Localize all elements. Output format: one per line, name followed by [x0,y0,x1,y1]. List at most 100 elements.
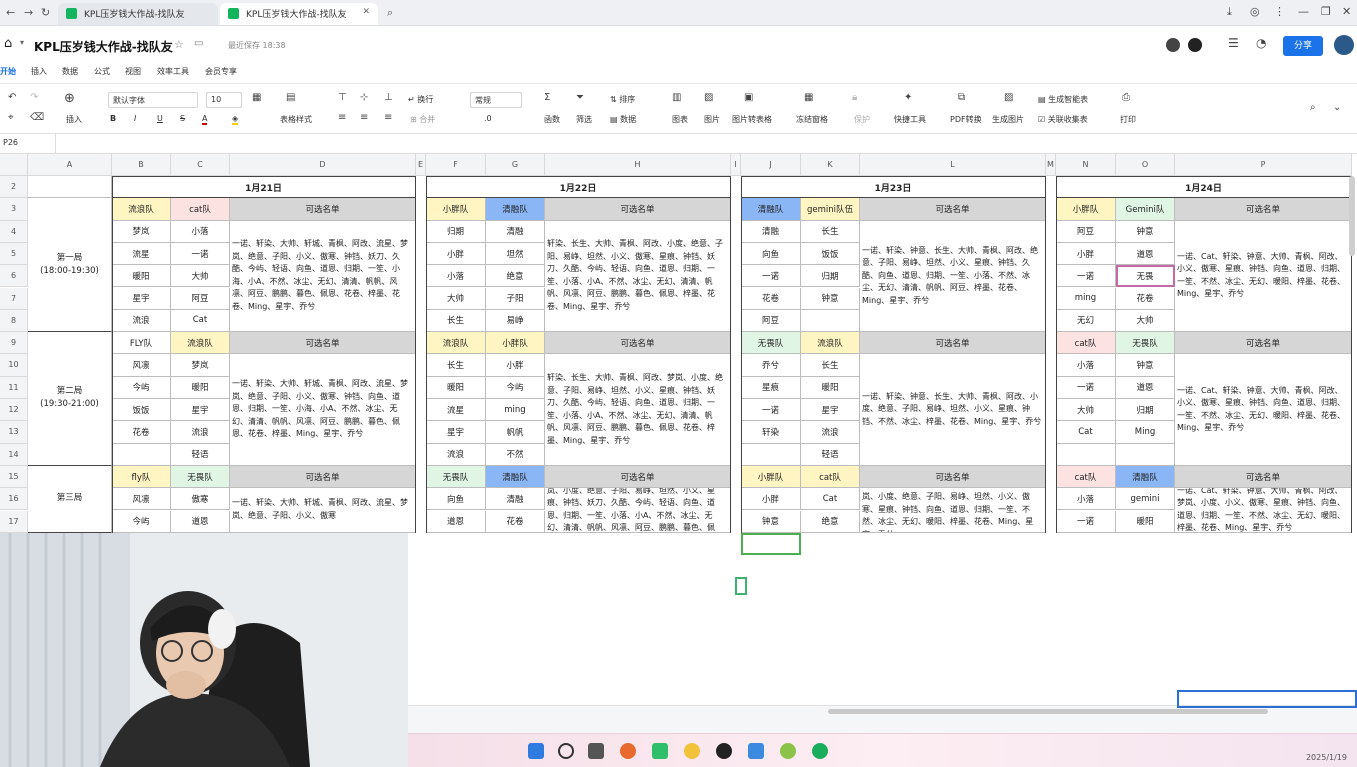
player-cell[interactable]: 道恩 [1116,376,1175,399]
optional-list-header[interactable]: 可选名单 [860,332,1046,355]
player-cell[interactable]: Ming [1116,421,1175,444]
team-header[interactable]: 清融队 [1116,465,1175,489]
row-header[interactable]: 5 [0,242,28,266]
selected-cell[interactable] [1177,690,1357,708]
horizontal-scrollbar[interactable] [828,709,1268,714]
candidate-list[interactable]: 一诺、轩染、大帅、轩城、青枫、阿改、流星、梦岚、绝意、子阳、小义、傲寒、钟铛、向… [230,354,416,466]
search-icon[interactable]: ⌕ [1310,102,1316,113]
row-header[interactable]: 11 [0,376,28,399]
filter-icon[interactable]: ⏷ [576,92,584,103]
player-cell[interactable]: 傲寒 [171,488,230,511]
more-icon[interactable]: ⋮ [1274,5,1285,18]
image-button[interactable]: 图片 [704,114,720,125]
number-format-select[interactable]: 常规 [470,92,522,108]
close-tab-icon[interactable]: ✕ [362,7,370,17]
player-cell[interactable]: 坦然 [486,242,545,266]
player-cell[interactable]: 风凛 [112,354,171,377]
row-header[interactable]: 17 [0,510,28,533]
team-header[interactable]: cat队 [1056,465,1116,489]
candidate-list[interactable]: 一诺、Cat、轩染、钟意、大帅、青枫、阿改、小义、傲寒、星痕、钟铛、向鱼、道恩、… [1175,220,1352,333]
document-title[interactable]: KPL压岁钱大作战-找队友 [34,38,173,55]
candidate-list[interactable]: 一诺、Cat、轩染、钟意、大帅、青枫、阿改、梦岚、小度、小义、傲寒、星痕、钟铛、… [1175,488,1352,533]
player-cell[interactable]: 星宇 [112,287,171,310]
row-header[interactable]: 14 [0,443,28,466]
font-color-icon[interactable]: A [202,114,208,125]
align-left-icon[interactable]: ≡ [338,112,346,123]
pdf-button[interactable]: PDF转换 [950,114,982,125]
player-cell[interactable]: 阿豆 [741,309,801,333]
player-cell[interactable]: 钟意 [741,510,801,533]
player-cell[interactable]: 大帅 [171,265,230,288]
sort-button[interactable]: ⇅ 排序 [610,94,635,105]
player-cell[interactable]: Cat [801,488,860,511]
optional-list-header[interactable]: 可选名单 [1175,332,1352,355]
player-cell[interactable]: 长生 [426,309,486,333]
chart-icon[interactable]: ▥ [672,92,681,103]
share-button[interactable]: 分享 [1283,36,1323,56]
row-header[interactable]: 8 [0,309,28,333]
table-style-button[interactable]: 表格样式 [280,114,312,125]
player-cell[interactable]: 饭饭 [801,242,860,266]
player-cell[interactable] [112,443,171,466]
player-cell[interactable] [1056,443,1116,466]
team-header[interactable]: fly队 [112,465,171,489]
player-cell[interactable]: 清融 [486,488,545,511]
player-cell[interactable]: 帆帆 [486,421,545,444]
team-header[interactable]: 清融队 [486,198,545,221]
player-cell[interactable] [801,309,860,333]
insert-button[interactable]: 插入 [66,114,82,125]
player-cell[interactable]: 大帅 [1056,399,1116,422]
user-avatar[interactable] [1334,35,1354,55]
player-cell[interactable]: 花卷 [486,510,545,533]
date-header[interactable]: 1月21日 [112,176,416,199]
optional-list-header[interactable]: 可选名单 [545,198,731,221]
row-header[interactable]: 15 [0,465,28,489]
player-cell[interactable]: 子阳 [486,287,545,310]
obs-icon[interactable] [716,743,732,759]
row-header[interactable]: 10 [0,354,28,377]
sum-icon[interactable]: Σ [544,92,550,103]
player-cell[interactable]: 道恩 [1116,242,1175,266]
name-box[interactable]: P26 [0,134,56,154]
globe-icon[interactable]: ◎ [1250,5,1260,18]
column-header[interactable]: I [731,154,741,176]
column-header[interactable]: J [741,154,801,176]
player-cell[interactable]: 清融 [741,220,801,243]
wrap-button[interactable]: ↵ 换行 [408,94,433,105]
optional-list-header[interactable]: 可选名单 [230,198,416,221]
column-header[interactable]: N [1056,154,1116,176]
align-top-icon[interactable]: ⊤ [338,92,347,103]
team-header[interactable]: 无畏队 [1116,332,1175,355]
round-label[interactable]: 第二局 (19:30-21:00) [28,332,112,466]
format-painter-icon[interactable]: ⌖ [8,112,14,123]
team-header[interactable]: 流浪队 [112,198,171,221]
menu-insert[interactable]: 插入 [31,66,47,77]
italic-icon[interactable]: I [134,114,136,123]
photos-icon[interactable] [748,743,764,759]
player-cell[interactable]: 绝意 [486,265,545,288]
player-cell[interactable]: 一诺 [741,265,801,288]
align-center-icon[interactable]: ≡ [360,112,368,123]
team-header[interactable]: 无畏队 [171,465,230,489]
row-header[interactable]: 12 [0,399,28,422]
lock-icon[interactable]: 🔒︎ [852,92,857,103]
team-header[interactable]: gemini队伍 [801,198,860,221]
player-cell[interactable]: 向鱼 [426,488,486,511]
optional-list-header[interactable]: 可选名单 [545,332,731,355]
linked-form-button[interactable]: ☑ 关联收集表 [1038,114,1088,125]
player-cell[interactable]: 今屿 [486,376,545,399]
round-label[interactable]: 第一局 (18:00-19:30) [28,198,112,333]
wechat-icon[interactable] [812,743,828,759]
vertical-scrollbar[interactable] [1349,176,1355,256]
close-window-icon[interactable]: ✕ [1342,5,1351,18]
player-cell[interactable]: 星痕 [741,376,801,399]
menu-formula[interactable]: 公式 [94,66,110,77]
column-header[interactable]: K [801,154,860,176]
team-header[interactable]: 流浪队 [171,332,230,355]
player-cell[interactable]: 一诺 [171,242,230,266]
player-cell[interactable]: 花卷 [741,287,801,310]
menu-icon[interactable]: ☰ [1228,36,1239,50]
round-label[interactable]: 第三局 [28,465,112,533]
menu-efficiency[interactable]: 效率工具 [157,66,189,77]
team-header[interactable]: 小胖队 [486,332,545,355]
